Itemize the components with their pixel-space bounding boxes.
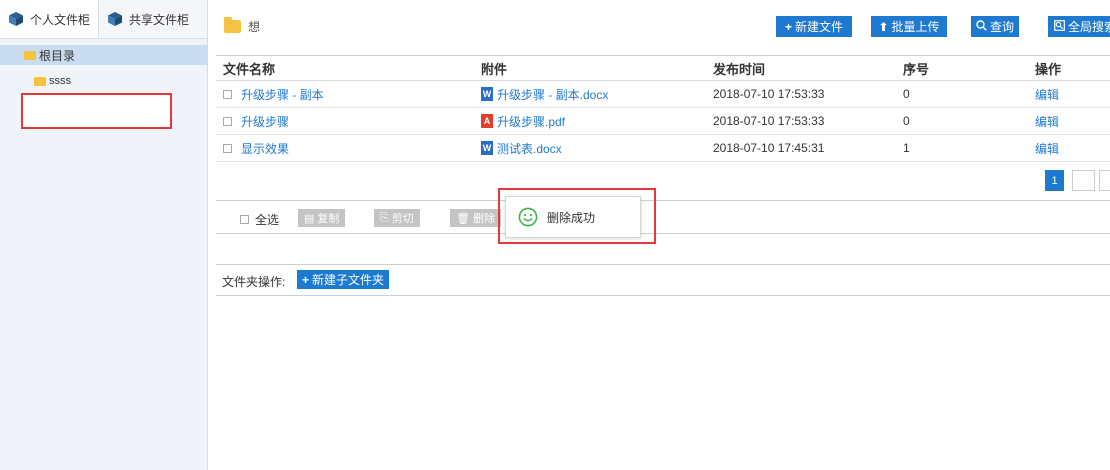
file-name-link[interactable]: 显示效果 (241, 140, 289, 157)
current-folder-name: 想 (248, 20, 261, 34)
search-label: 查询 (990, 20, 1015, 34)
batch-upload-button[interactable]: ⬆ 批量上传 (871, 16, 947, 37)
col-publish-time: 发布时间 (713, 61, 766, 77)
copy-label: 复制 (317, 213, 340, 225)
tree-root-label: 根目录 (39, 48, 76, 63)
new-subfolder-label: 新建子文件夹 (312, 273, 385, 287)
highlight-box (21, 93, 172, 129)
plus-icon: + (784, 19, 792, 34)
select-all[interactable]: 全选 (240, 211, 279, 228)
batch-upload-label: 批量上传 (891, 20, 940, 34)
index-value: 0 (903, 114, 910, 128)
col-index: 序号 (903, 61, 930, 77)
page-next-button[interactable] (1099, 170, 1110, 191)
new-file-button[interactable]: + 新建文件 (776, 16, 852, 37)
copy-button[interactable]: ▤ 复制 (298, 209, 346, 227)
pdf-file-icon: A (481, 114, 493, 128)
attachment-link[interactable]: 升级步骤.pdf (497, 113, 565, 130)
cut-icon: ⎘ (380, 211, 389, 224)
cube-icon (108, 12, 123, 26)
select-all-checkbox[interactable] (240, 215, 249, 224)
cube-icon (9, 12, 23, 26)
word-file-icon: W (481, 87, 493, 101)
tree-item-ssss[interactable]: ssss (0, 71, 207, 91)
publish-time: 2018-07-10 17:45:31 (713, 141, 825, 155)
col-attachment: 附件 (481, 61, 508, 77)
plus-icon: + (302, 272, 310, 287)
sidebar-tabs: 个人文件柜 共享文件柜 (0, 0, 207, 39)
attachment-link[interactable]: 升级步骤 - 副本.docx (497, 86, 608, 103)
col-actions: 操作 (1035, 61, 1062, 77)
row-checkbox[interactable] (223, 116, 232, 126)
folder-ops-label: 文件夹操作: (222, 275, 286, 289)
publish-time: 2018-07-10 17:53:33 (713, 87, 825, 101)
index-value: 0 (903, 87, 910, 101)
select-all-label: 全选 (255, 213, 280, 227)
tab-personal-cabinet[interactable]: 个人文件柜 (0, 0, 99, 38)
edit-link[interactable]: 编辑 (1035, 142, 1059, 156)
table-row: 显示效果 W 测试表.docx 2018-07-10 17:45:31 1 编辑 (216, 135, 1110, 162)
delete-button[interactable]: 🗑 删除 (450, 209, 501, 227)
global-search-label: 全局搜索 (1068, 20, 1110, 34)
tab-shared-cabinet[interactable]: 共享文件柜 (98, 0, 197, 38)
edit-link[interactable]: 编辑 (1035, 115, 1059, 129)
bulk-action-bar: 全选 ▤ 复制 ⎘ 剪切 🗑 删除 (216, 200, 1110, 234)
delete-label: 删除 (472, 213, 495, 225)
tab-label: 个人文件柜 (30, 12, 91, 27)
cut-button[interactable]: ⎘ 剪切 (374, 209, 420, 227)
sidebar: 个人文件柜 共享文件柜 根目录 ssss (0, 0, 208, 470)
cut-label: 剪切 (391, 213, 414, 225)
folder-operations-bar: 文件夹操作: + 新建子文件夹 (216, 264, 1110, 296)
row-checkbox[interactable] (223, 143, 232, 153)
row-checkbox[interactable] (223, 89, 232, 99)
edit-link[interactable]: 编辑 (1035, 88, 1059, 102)
page-input[interactable] (1072, 170, 1095, 191)
col-file-name: 文件名称 (223, 61, 276, 77)
global-search-icon (1054, 19, 1065, 34)
copy-icon: ▤ (304, 212, 315, 225)
file-name-link[interactable]: 升级步骤 - 副本 (241, 86, 324, 103)
folder-icon (224, 17, 241, 33)
upload-arrow-icon: ⬆ (878, 19, 889, 34)
index-value: 1 (903, 141, 910, 155)
search-icon (976, 19, 987, 34)
file-table: 文件名称 附件 发布时间 序号 操作 升级步骤 - 副本 W 升级步骤 - 副本.… (216, 55, 1110, 162)
table-row: 升级步骤 A 升级步骤.pdf 2018-07-10 17:53:33 0 编辑 (216, 108, 1110, 135)
highlight-box (498, 188, 656, 244)
new-file-label: 新建文件 (795, 20, 844, 34)
global-search-button[interactable]: 全局搜索 (1048, 16, 1110, 37)
new-subfolder-button[interactable]: + 新建子文件夹 (297, 270, 390, 289)
tree-item-label: ssss (49, 75, 71, 87)
tree-root[interactable]: 根目录 (0, 45, 207, 65)
attachment-link[interactable]: 测试表.docx (497, 140, 562, 157)
table-header: 文件名称 附件 发布时间 序号 操作 (216, 56, 1110, 81)
tab-label: 共享文件柜 (129, 12, 190, 27)
search-button[interactable]: 查询 (971, 16, 1019, 37)
publish-time: 2018-07-10 17:53:33 (713, 114, 825, 128)
page-button-current[interactable]: 1 (1045, 170, 1064, 191)
top-toolbar: 想 + 新建文件 ⬆ 批量上传 查询 全局搜索 (208, 0, 1110, 48)
folder-icon (34, 76, 46, 86)
word-file-icon: W (481, 141, 493, 155)
trash-icon: 🗑 (456, 212, 470, 225)
breadcrumb: 想 (224, 17, 261, 35)
folder-tree: 根目录 ssss (0, 45, 207, 91)
table-row: 升级步骤 - 副本 W 升级步骤 - 副本.docx 2018-07-10 17:… (216, 81, 1110, 108)
folder-icon (24, 50, 36, 60)
file-name-link[interactable]: 升级步骤 (241, 113, 289, 130)
